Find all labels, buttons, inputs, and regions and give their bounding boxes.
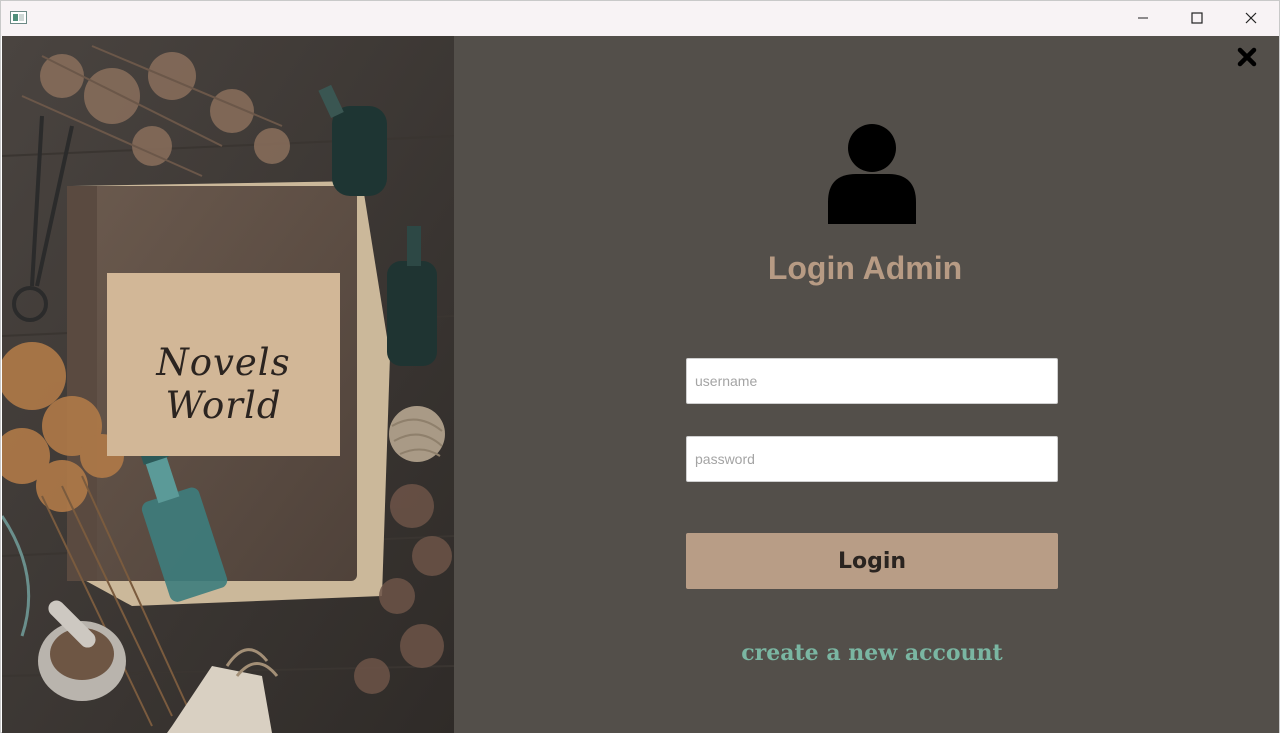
login-panel: Login Admin Login create a new account	[454, 36, 1279, 733]
window-close-button[interactable]	[1224, 1, 1278, 36]
app-window: Novels World Login Admin Login create a …	[0, 0, 1280, 733]
title-bar	[1, 1, 1279, 36]
minimize-icon	[1138, 17, 1148, 19]
page-title: Login Admin	[767, 250, 963, 286]
hero-image-panel: Novels World	[2, 36, 454, 733]
window-content: Novels World Login Admin Login create a …	[2, 36, 1279, 733]
login-button[interactable]: Login	[686, 533, 1058, 589]
minimize-button[interactable]	[1116, 1, 1170, 36]
create-account-link[interactable]: create a new account	[713, 640, 1031, 666]
user-icon	[828, 124, 916, 224]
close-x-icon	[1237, 47, 1257, 67]
username-input[interactable]	[686, 358, 1058, 404]
app-icon	[10, 11, 27, 24]
close-icon	[1245, 12, 1257, 24]
book-label-card: Novels World	[107, 273, 340, 456]
maximize-button[interactable]	[1170, 1, 1224, 36]
maximize-icon	[1191, 12, 1203, 24]
book-label-text: Novels World	[156, 341, 291, 427]
close-x-button[interactable]	[1236, 46, 1258, 68]
password-input[interactable]	[686, 436, 1058, 482]
